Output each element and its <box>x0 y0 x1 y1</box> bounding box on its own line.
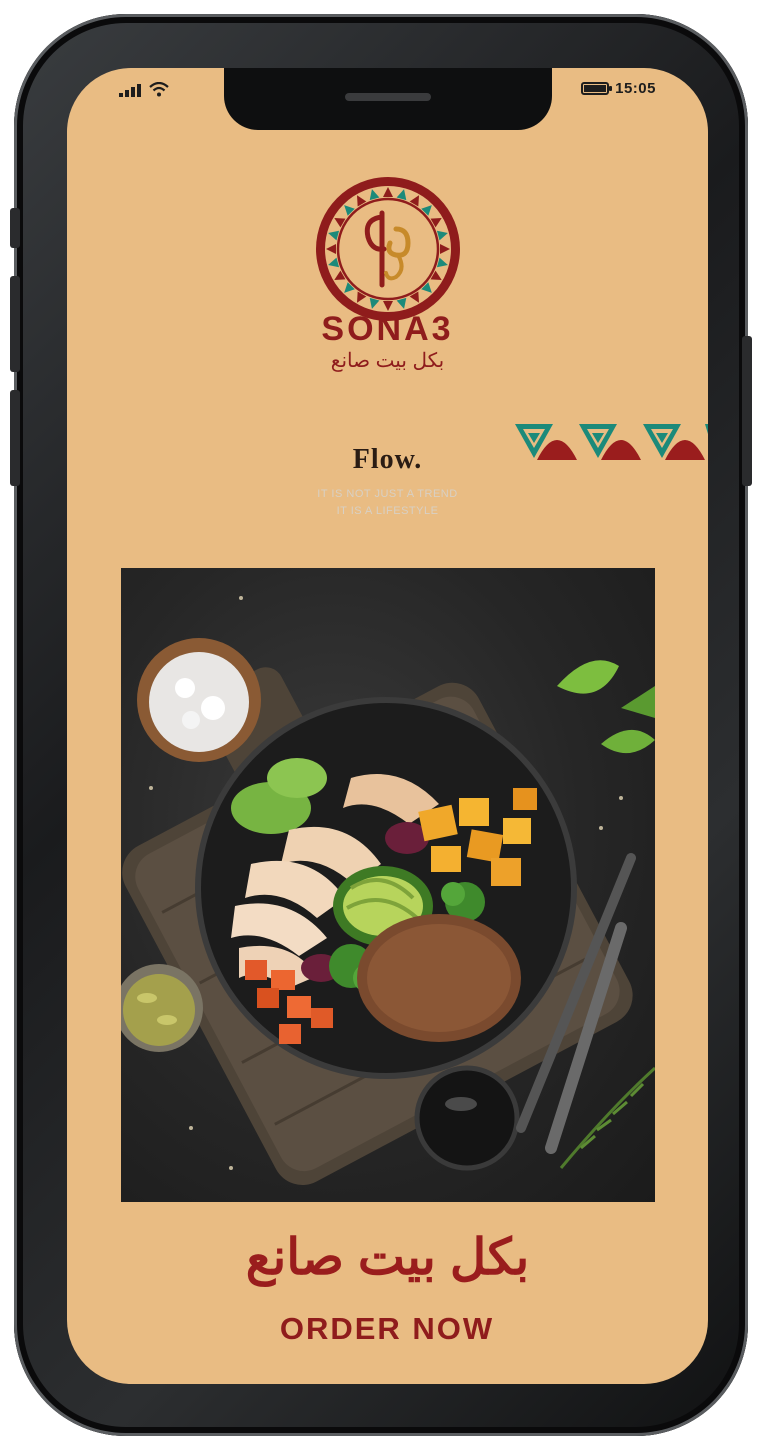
brand-name: SONA3 <box>321 310 454 348</box>
hero-subtitle-line-1: IT IS NOT JUST A TREND <box>317 488 458 500</box>
stage: 15:05 SONA3 بكل بيت صانع Flow. IT IS NOT… <box>0 0 771 1452</box>
hero-subtitle: IT IS NOT JUST A TREND IT IS A LIFESTYLE <box>67 486 708 520</box>
mute-switch <box>10 208 20 248</box>
status-time: 15:05 <box>615 80 656 97</box>
phone-screen: 15:05 SONA3 بكل بيت صانع Flow. IT IS NOT… <box>67 68 708 1384</box>
wifi-icon <box>149 82 169 97</box>
volume-down-button <box>10 390 20 486</box>
food-illustration <box>121 596 655 1185</box>
brand-logo-icon <box>316 177 460 321</box>
battery-icon <box>581 82 613 95</box>
order-now-button[interactable]: ORDER NOW <box>237 1304 537 1354</box>
hero-title: Flow. <box>352 444 423 475</box>
hero-subtitle-line-2: IT IS A LIFESTYLE <box>336 505 439 517</box>
status-bar-right: 15:05 <box>581 80 656 97</box>
speaker-grille <box>345 93 431 101</box>
footer-arabic-title: بكل بيت صانع <box>245 1229 530 1285</box>
notch <box>224 68 552 130</box>
signal-icon <box>119 83 141 97</box>
brand-arabic-tagline: بكل بيت صانع <box>330 350 445 372</box>
status-bar-left <box>119 82 169 97</box>
volume-up-button <box>10 276 20 372</box>
power-button <box>742 336 752 486</box>
food-photo <box>121 568 655 1202</box>
